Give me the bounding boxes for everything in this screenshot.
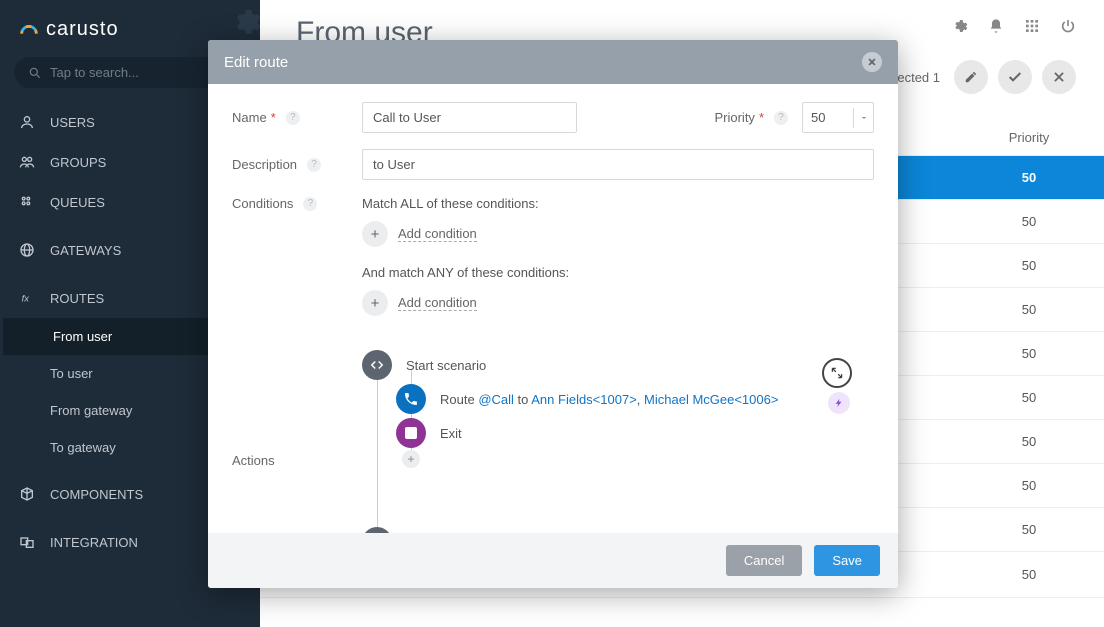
scenario-exit-node[interactable]: Exit	[396, 418, 462, 448]
code-icon	[362, 527, 392, 533]
top-actions	[952, 18, 1076, 34]
group-icon	[18, 153, 36, 171]
header-priority[interactable]: Priority	[984, 130, 1074, 145]
delete-button[interactable]	[1042, 60, 1076, 94]
priority-select[interactable]: 50	[802, 102, 874, 133]
phone-icon	[396, 384, 426, 414]
modal-header: Edit route	[208, 40, 898, 84]
add-all-condition-button[interactable]: +	[362, 221, 388, 247]
modal-footer: Cancel Save	[208, 533, 898, 588]
stop-icon	[396, 418, 426, 448]
scenario-canvas: Start scenario Route @Call to Ann Fields…	[362, 350, 874, 533]
cancel-button[interactable]: Cancel	[726, 545, 802, 576]
save-button[interactable]: Save	[814, 545, 880, 576]
call-link[interactable]: @Call	[478, 392, 514, 407]
close-icon[interactable]	[862, 52, 882, 72]
queue-icon	[18, 193, 36, 211]
name-input[interactable]	[362, 102, 577, 133]
search-placeholder: Tap to search...	[50, 65, 139, 80]
help-icon[interactable]: ?	[307, 158, 321, 172]
conditions-any-text: And match ANY of these conditions:	[362, 265, 874, 280]
conditions-all-text: Match ALL of these conditions:	[362, 196, 874, 211]
scenario-route-node[interactable]: Route @Call to Ann Fields<1007>, Michael…	[396, 384, 778, 414]
expand-icon[interactable]	[822, 358, 852, 388]
settings-icon[interactable]	[952, 18, 968, 34]
modal-body: Name *? Priority *? 50 Description? Cond…	[208, 84, 898, 533]
add-action-node[interactable]: +	[402, 450, 420, 468]
route-icon: fx	[18, 289, 36, 307]
chevron-down-icon	[853, 108, 873, 128]
label-priority: Priority	[714, 110, 754, 125]
label-conditions: Conditions	[232, 196, 293, 211]
user-link[interactable]: Ann Fields<1007>	[531, 392, 637, 407]
user-link[interactable]: Michael McGee<1006>	[644, 392, 778, 407]
modal-title: Edit route	[224, 54, 288, 71]
help-icon[interactable]: ?	[774, 111, 788, 125]
description-input[interactable]	[362, 149, 874, 180]
search-icon	[28, 66, 42, 80]
brand-name: carusto	[46, 18, 119, 41]
component-icon	[18, 485, 36, 503]
user-icon	[18, 113, 36, 131]
help-icon[interactable]: ?	[303, 197, 317, 211]
bolt-icon[interactable]	[828, 392, 850, 414]
power-icon[interactable]	[1060, 18, 1076, 34]
integration-icon	[18, 533, 36, 551]
svg-text:fx: fx	[22, 293, 30, 303]
label-actions: Actions	[232, 453, 275, 468]
scenario-start-node[interactable]: Start scenario	[362, 350, 486, 380]
settings-gear-icon[interactable]	[230, 6, 262, 44]
add-all-condition-link[interactable]: Add condition	[398, 226, 477, 242]
help-icon[interactable]: ?	[286, 111, 300, 125]
label-description: Description	[232, 157, 297, 172]
gateway-icon	[18, 241, 36, 259]
add-any-condition-button[interactable]: +	[362, 290, 388, 316]
code-icon	[362, 350, 392, 380]
add-any-condition-link[interactable]: Add condition	[398, 295, 477, 311]
apps-icon[interactable]	[1024, 18, 1040, 34]
edit-route-modal: Edit route Name *? Priority *? 50 Descri…	[208, 40, 898, 588]
bell-icon[interactable]	[988, 18, 1004, 34]
logo-icon	[18, 19, 40, 41]
route-text: Route @Call to Ann Fields<1007>, Michael…	[440, 392, 778, 407]
scenario-end-node[interactable]: End scenario	[362, 527, 482, 533]
confirm-button[interactable]	[998, 60, 1032, 94]
label-name: Name	[232, 110, 267, 125]
edit-button[interactable]	[954, 60, 988, 94]
